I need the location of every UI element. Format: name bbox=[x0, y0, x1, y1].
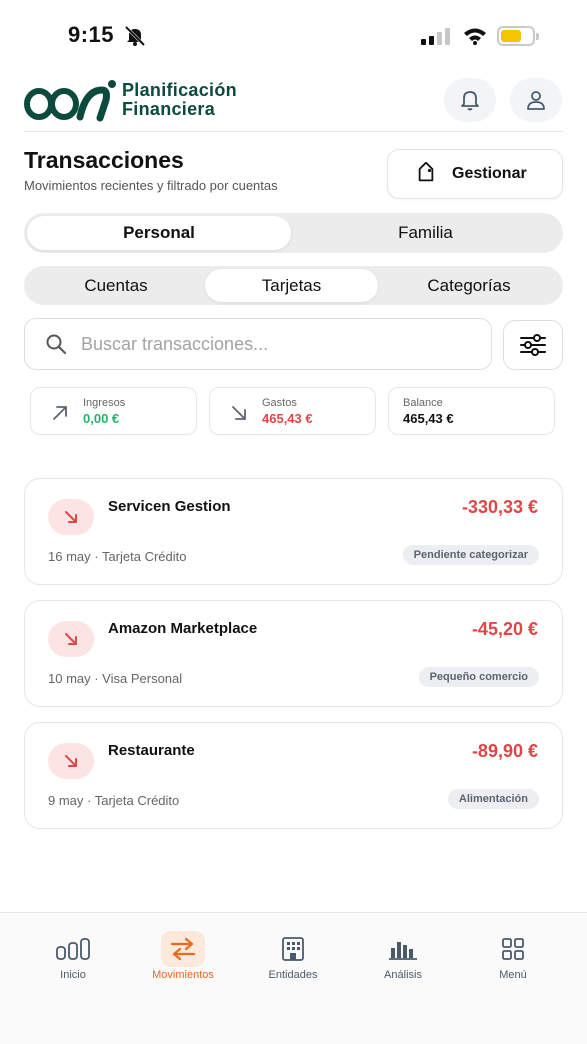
transaction-amount: -89,90 € bbox=[471, 741, 538, 761]
nav-item-entidades[interactable]: Entidades bbox=[238, 913, 348, 981]
transaction-amount: -45,20 € bbox=[471, 619, 538, 639]
nav-label: Inicio bbox=[60, 969, 86, 981]
transaction-meta: 9 may · Tarjeta Crédito bbox=[48, 793, 180, 808]
building-icon bbox=[271, 931, 315, 967]
search-input[interactable] bbox=[81, 333, 461, 355]
search-icon bbox=[46, 334, 66, 354]
brand-logo bbox=[24, 80, 116, 122]
brand-name: Planificación Financiera bbox=[122, 81, 237, 119]
manage-button-label: Gestionar bbox=[452, 165, 527, 182]
manage-button[interactable]: Gestionar bbox=[387, 149, 563, 199]
status-bar: 9:15 bbox=[0, 0, 587, 70]
filter-button[interactable] bbox=[503, 320, 563, 370]
tag-icon bbox=[418, 162, 434, 182]
tab-categorias[interactable]: Categorías bbox=[378, 269, 560, 302]
transaction-card[interactable]: Amazon Marketplace -45,20 € 10 may · Vis… bbox=[24, 600, 563, 707]
header-divider bbox=[24, 131, 563, 132]
status-time: 9:15 bbox=[68, 22, 115, 47]
income-value: 0,00 € bbox=[83, 411, 120, 426]
nav-label: Movimientos bbox=[152, 969, 214, 981]
nav-item-analisis[interactable]: Análisis bbox=[348, 913, 458, 981]
arrow-up-right-icon bbox=[53, 406, 67, 420]
brand: Planificación Financiera bbox=[24, 78, 237, 122]
nav-label: Análisis bbox=[384, 969, 422, 981]
page-subtitle: Movimientos recientes y filtrado por cue… bbox=[24, 178, 278, 193]
swap-arrows-icon bbox=[161, 931, 205, 967]
bell-muted-icon bbox=[124, 26, 146, 46]
expense-badge bbox=[48, 499, 94, 535]
user-icon bbox=[527, 91, 545, 110]
transaction-name: Restaurante bbox=[108, 742, 195, 759]
scope-tabs: Personal Familia bbox=[24, 213, 563, 253]
brand-line-1: Planificación bbox=[122, 80, 237, 100]
transaction-card[interactable]: Restaurante -89,90 € 9 may · Tarjeta Cré… bbox=[24, 722, 563, 829]
expenses-label: Gastos bbox=[262, 397, 297, 409]
expense-badge bbox=[48, 621, 94, 657]
notifications-button[interactable] bbox=[444, 78, 496, 122]
arrow-down-right-icon bbox=[232, 406, 246, 420]
arrow-down-right-icon bbox=[65, 633, 77, 645]
nav-label: Entidades bbox=[268, 969, 318, 981]
transaction-name: Servicen Gestion bbox=[108, 498, 231, 515]
transaction-name: Amazon Marketplace bbox=[108, 620, 258, 637]
nav-label: Menú bbox=[499, 969, 527, 981]
tab-familia[interactable]: Familia bbox=[291, 216, 560, 250]
brand-line-2: Financiera bbox=[122, 99, 216, 119]
expenses-summary: Gastos 465,43 € bbox=[209, 387, 376, 435]
transaction-amount: -330,33 € bbox=[461, 497, 538, 517]
battery-icon bbox=[497, 26, 539, 46]
category-chip[interactable]: Alimentación bbox=[447, 789, 539, 809]
category-chip[interactable]: Pequeño comercio bbox=[418, 667, 539, 687]
transaction-meta: 10 may · Visa Personal bbox=[48, 671, 183, 686]
tab-tarjetas[interactable]: Tarjetas bbox=[205, 269, 378, 302]
balance-value: 465,43 € bbox=[403, 411, 454, 426]
nav-item-movimientos[interactable]: Movimientos bbox=[128, 913, 238, 981]
bars-icon bbox=[51, 931, 95, 967]
tab-personal[interactable]: Personal bbox=[27, 216, 291, 250]
balance-label: Balance bbox=[403, 397, 443, 409]
nav-item-menu[interactable]: Menú bbox=[458, 913, 568, 981]
view-tabs: Cuentas Tarjetas Categorías bbox=[24, 266, 563, 305]
profile-button[interactable] bbox=[510, 78, 562, 122]
tab-cuentas[interactable]: Cuentas bbox=[27, 269, 205, 302]
sliders-icon bbox=[520, 334, 546, 356]
transaction-meta: 16 may · Tarjeta Crédito bbox=[48, 549, 187, 564]
arrow-down-right-icon bbox=[65, 511, 77, 523]
nav-item-inicio[interactable]: Inicio bbox=[18, 913, 128, 981]
cell-signal-icon bbox=[421, 28, 450, 45]
income-summary: Ingresos 0,00 € bbox=[30, 387, 197, 435]
expense-badge bbox=[48, 743, 94, 779]
income-label: Ingresos bbox=[83, 397, 126, 409]
wifi-icon bbox=[464, 28, 486, 45]
search-box bbox=[24, 318, 492, 370]
chart-icon bbox=[381, 931, 425, 967]
expenses-value: 465,43 € bbox=[262, 411, 313, 426]
page-title: Transacciones bbox=[24, 147, 184, 173]
grid-icon bbox=[491, 931, 535, 967]
balance-summary: Balance 465,43 € bbox=[388, 387, 555, 435]
transaction-card[interactable]: Servicen Gestion -330,33 € 16 may · Tarj… bbox=[24, 478, 563, 585]
bell-icon bbox=[461, 91, 479, 111]
arrow-down-right-icon bbox=[65, 755, 77, 767]
bottom-nav: Inicio Movimientos Entidades Análisis Me… bbox=[0, 912, 587, 1044]
category-chip[interactable]: Pendiente categorizar bbox=[402, 545, 539, 565]
